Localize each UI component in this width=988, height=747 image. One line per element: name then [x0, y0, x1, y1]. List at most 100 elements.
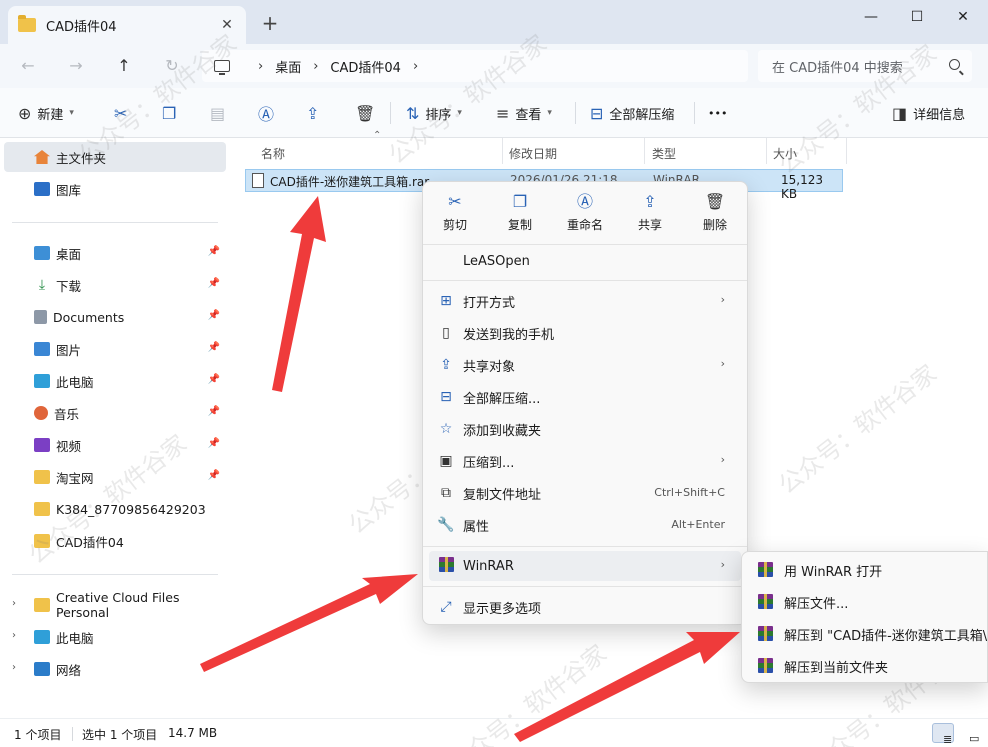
details-view-button[interactable]: ≣	[932, 723, 954, 746]
menu-item-copy-path[interactable]: ⧉ 复制文件地址 Ctrl+Shift+C	[429, 478, 741, 508]
chevron-right-icon[interactable]: ›	[12, 662, 16, 673]
close-button[interactable]: ✕	[940, 4, 986, 32]
menu-item-open-with[interactable]: ⊞ 打开方式 ›	[429, 286, 741, 316]
up-button[interactable]: ↑	[110, 53, 138, 81]
pin-icon[interactable]: 📌	[208, 310, 220, 321]
menu-item-winrar[interactable]: WinRAR ›	[429, 551, 741, 581]
menu-item-extract-all[interactable]: ⊟ 全部解压缩...	[429, 382, 741, 412]
sidebar-item-label: 桌面	[56, 246, 82, 262]
folder-icon	[34, 470, 50, 484]
submenu-item-extract-to-folder[interactable]: 解压到 "CAD插件-迷你建筑工具箱\"	[748, 619, 988, 649]
column-header-type[interactable]: 类型	[652, 142, 676, 166]
status-bar: 1 个项目 选中 1 个项目 14.7 MB ≣ ▭	[0, 718, 988, 747]
sidebar-item-label: 音乐	[54, 406, 80, 422]
menu-item-show-more[interactable]: ⤢ 显示更多选项	[429, 592, 741, 622]
sidebar-item-videos[interactable]: 视频 📌	[4, 430, 226, 460]
context-share-button[interactable]: ⇪ 共享	[625, 192, 675, 238]
sidebar-item-network[interactable]: › 网络	[4, 654, 226, 684]
file-icon	[252, 173, 264, 188]
sidebar-item-this-pc[interactable]: › 此电脑	[4, 622, 226, 652]
view-button[interactable]: ≡ 查看 ▾	[496, 100, 552, 126]
column-header-size[interactable]: 大小	[773, 142, 797, 166]
sidebar-item-gallery[interactable]: 图库	[4, 174, 226, 204]
tab-close-icon[interactable]: ✕	[218, 16, 236, 34]
rename-button[interactable]: Ⓐ	[258, 100, 274, 126]
new-button[interactable]: ⊕ 新建 ▾	[18, 100, 74, 126]
winrar-icon	[758, 658, 773, 673]
sidebar-item-k384[interactable]: K384_87709856429203	[4, 494, 226, 524]
submenu-item-open-winrar[interactable]: 用 WinRAR 打开	[748, 555, 987, 585]
plus-circle-icon: ⊕	[18, 103, 32, 123]
submenu-item-label: 解压到 "CAD插件-迷你建筑工具箱\"	[784, 628, 988, 644]
context-share-label: 共享	[637, 218, 662, 232]
context-copy-button[interactable]: ❐ 复制	[495, 192, 545, 238]
column-divider[interactable]	[846, 138, 847, 164]
context-rename-button[interactable]: Ⓐ 重命名	[560, 192, 610, 238]
breadcrumb-desktop[interactable]: 桌面	[275, 57, 301, 76]
sidebar-item-desktop[interactable]: 桌面 📌	[4, 238, 226, 268]
tiles-view-icon: ▭	[969, 732, 980, 745]
menu-item-send-to-phone[interactable]: ▯ 发送到我的手机	[429, 318, 741, 348]
cut-button[interactable]: ✂	[114, 100, 127, 126]
paste-button[interactable]: ▤	[210, 100, 225, 126]
menu-item-add-favorite[interactable]: ☆ 添加到收藏夹	[429, 414, 741, 444]
menu-item-properties[interactable]: 🔧 属性 Alt+Enter	[429, 510, 741, 540]
download-icon: ⤓	[38, 277, 46, 293]
pin-icon[interactable]: 📌	[208, 470, 220, 481]
sidebar-item-home[interactable]: 主文件夹	[4, 142, 226, 172]
sort-button[interactable]: ⇅ 排序 ▾	[406, 100, 462, 126]
maximize-button[interactable]: ☐	[894, 4, 940, 32]
menu-item-leasopen[interactable]: LeASOpen	[429, 246, 741, 276]
menu-item-label: 发送到我的手机	[463, 327, 555, 343]
refresh-button[interactable]: ↻	[158, 53, 186, 81]
search-input[interactable]: 在 CAD插件04 中搜索	[758, 50, 972, 82]
address-field[interactable]: › 桌面 › CAD插件04 ›	[202, 50, 748, 82]
sidebar-item-documents[interactable]: Documents 📌	[4, 302, 226, 332]
sidebar-item-creative-cloud[interactable]: › Creative Cloud Files Personal	[4, 590, 226, 620]
sidebar-item-cad-plugin[interactable]: CAD插件04	[4, 526, 226, 556]
chevron-right-icon[interactable]: ›	[12, 630, 16, 641]
submenu-item-extract-here[interactable]: 解压到当前文件夹	[748, 651, 987, 681]
extract-all-button[interactable]: ⊟ 全部解压缩	[590, 100, 674, 126]
context-delete-button[interactable]: 🗑 删除	[690, 192, 740, 238]
column-divider[interactable]	[766, 138, 767, 164]
pin-icon[interactable]: 📌	[208, 342, 220, 353]
delete-button[interactable]: 🗑	[355, 100, 375, 126]
share-button[interactable]: ⇪	[306, 100, 319, 126]
sidebar-item-music[interactable]: 音乐 📌	[4, 398, 226, 428]
more-options-button[interactable]: •••	[708, 100, 727, 126]
breadcrumb-cad-plugin[interactable]: CAD插件04	[330, 57, 401, 76]
details-pane-button[interactable]: ◨ 详细信息	[892, 100, 965, 126]
pin-icon[interactable]: 📌	[208, 438, 220, 449]
context-delete-label: 删除	[702, 218, 727, 232]
minimize-button[interactable]: —	[848, 4, 894, 32]
tab-cad-plugin[interactable]: CAD插件04 ✕	[8, 6, 246, 44]
sidebar-item-downloads[interactable]: ⤓ 下载 📌	[4, 270, 226, 300]
column-header-name[interactable]: 名称	[261, 142, 285, 166]
trash-icon: 🗑	[355, 103, 376, 123]
breadcrumb-separator[interactable]: ›	[413, 59, 418, 74]
pin-icon[interactable]: 📌	[208, 406, 220, 417]
sidebar-item-this-pc-quick[interactable]: 此电脑 📌	[4, 366, 226, 396]
forward-button[interactable]: →	[62, 53, 90, 81]
sidebar-item-taobao[interactable]: 淘宝网 📌	[4, 462, 226, 492]
copy-button[interactable]: ❐	[162, 100, 176, 126]
column-header-modified[interactable]: 修改日期	[509, 142, 557, 166]
pin-icon[interactable]: 📌	[208, 374, 220, 385]
new-tab-button[interactable]: +	[258, 12, 282, 36]
share-icon: ⇪	[643, 192, 657, 211]
column-divider[interactable]	[502, 138, 503, 164]
column-divider[interactable]	[644, 138, 645, 164]
tiles-view-button[interactable]: ▭	[958, 723, 980, 745]
submenu-item-extract-files[interactable]: 解压文件...	[748, 587, 987, 617]
menu-item-compress-to[interactable]: ▣ 压缩到... ›	[429, 446, 741, 476]
context-cut-button[interactable]: ✂ 剪切	[430, 192, 480, 238]
pin-icon[interactable]: 📌	[208, 246, 220, 257]
extract-folder-icon: ⊟	[590, 103, 604, 123]
sidebar-item-pictures[interactable]: 图片 📌	[4, 334, 226, 364]
pin-icon[interactable]: 📌	[208, 278, 220, 289]
menu-item-share-with[interactable]: ⇪ 共享对象 ›	[429, 350, 741, 380]
chevron-right-icon[interactable]: ›	[12, 598, 16, 609]
back-button[interactable]: ←	[14, 53, 42, 81]
breadcrumb-separator: ›	[258, 58, 264, 74]
